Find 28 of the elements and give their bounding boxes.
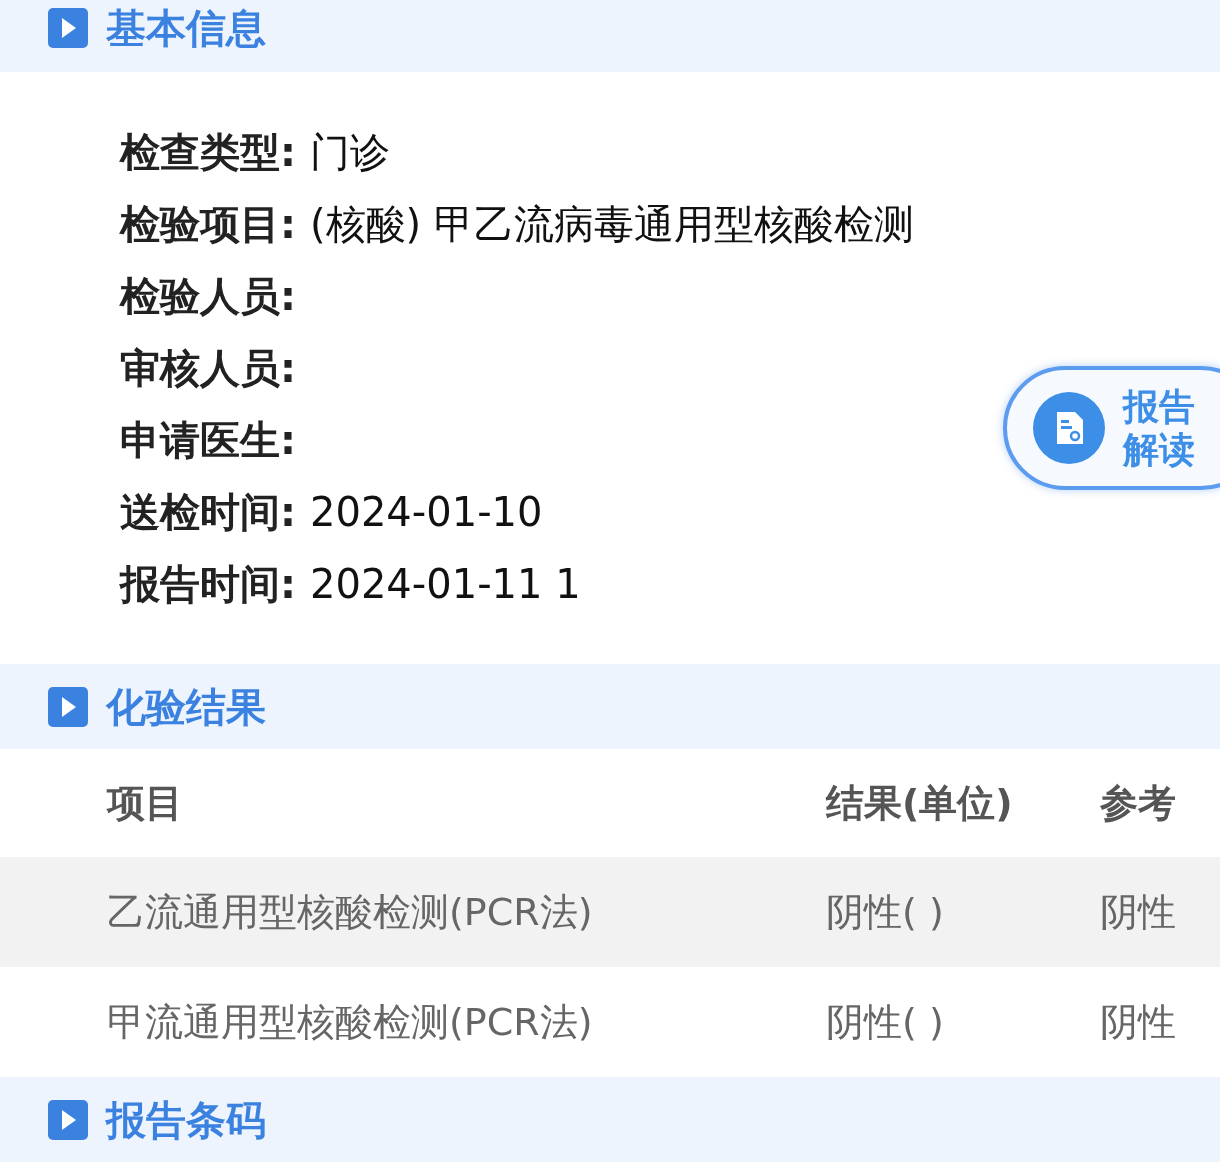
table-cell-text: 乙流通用型核酸检测(PCR法) bbox=[107, 888, 594, 936]
section-title: 报告条码 bbox=[106, 1099, 266, 1140]
section-title: 基本信息 bbox=[106, 8, 266, 48]
field-value: 门诊 bbox=[310, 127, 390, 177]
field-value: 2024-01-10 bbox=[310, 489, 543, 535]
section-title: 化验结果 bbox=[106, 686, 266, 727]
table-cell-text: 阴性 bbox=[1100, 998, 1176, 1046]
column-header: 项目 bbox=[107, 779, 184, 827]
field-label: 审核人员: bbox=[120, 343, 296, 393]
field-label: 报告时间: bbox=[120, 559, 296, 609]
field-label: 送检时间: bbox=[120, 487, 296, 537]
field-value: 2024-01-11 1 bbox=[310, 561, 581, 607]
play-icon bbox=[48, 8, 88, 48]
field-label: 检验项目: bbox=[120, 199, 296, 249]
field-label: 检验人员: bbox=[120, 271, 296, 321]
play-icon bbox=[48, 686, 88, 727]
field-label: 检查类型: bbox=[120, 127, 296, 177]
play-icon bbox=[48, 1099, 88, 1140]
table-cell-text: 甲流通用型核酸检测(PCR法) bbox=[107, 998, 594, 1046]
column-header: 结果(单位) bbox=[826, 779, 1014, 827]
table-cell-text: 阴性 bbox=[1100, 888, 1176, 936]
table-cell-text: 阴性( ) bbox=[826, 888, 945, 936]
column-header: 参考 bbox=[1100, 779, 1176, 827]
field-label: 申请医生: bbox=[120, 415, 296, 465]
report-interpret-button[interactable]: 报告解读 bbox=[1003, 366, 1220, 490]
table-cell-text: 阴性( ) bbox=[826, 998, 945, 1046]
document-search-icon bbox=[1033, 392, 1105, 464]
field-value: (核酸) 甲乙流病毒通用型核酸检测 bbox=[310, 199, 914, 249]
